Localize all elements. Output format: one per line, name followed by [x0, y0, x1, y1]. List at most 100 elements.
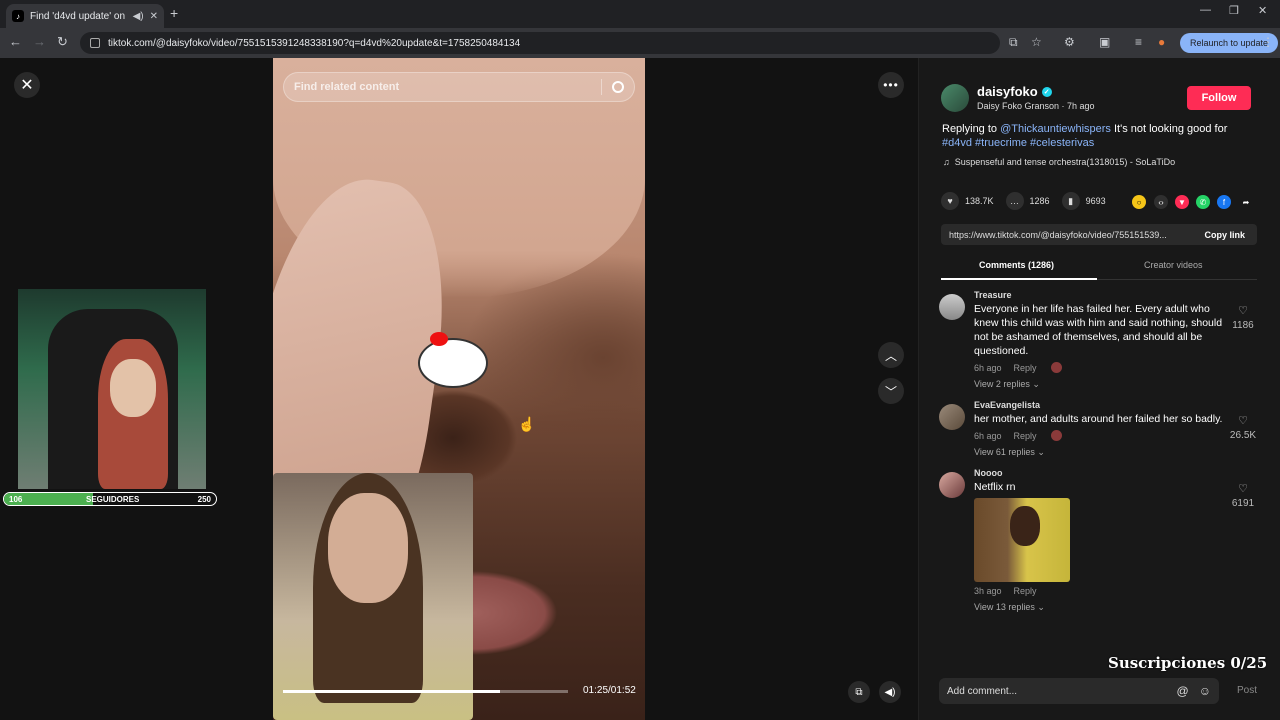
video-progress-bar[interactable]: [283, 690, 568, 693]
omnibox[interactable]: tiktok.com/@daisyfoko/video/755151539124…: [80, 32, 1000, 54]
comment-item: EvaEvangelista her mother, and adults ar…: [939, 400, 1261, 458]
search-input[interactable]: Find related content: [294, 81, 601, 93]
share-url[interactable]: https://www.tiktok.com/@daisyfoko/video/…: [949, 230, 1192, 240]
comment-text: her mother, and adults around her failed…: [974, 413, 1223, 425]
view-replies-button[interactable]: View 2 replies ⌄: [974, 379, 1261, 390]
copy-link-button[interactable]: Copy link: [1192, 230, 1257, 240]
heart-outline-icon: ♡: [1238, 483, 1248, 495]
side-panel-icon[interactable]: ▣: [1099, 35, 1110, 49]
facebook-icon[interactable]: f: [1217, 195, 1231, 209]
comment-item: Treasure Everyone in her life has failed…: [939, 290, 1261, 390]
volume-button[interactable]: ◀): [879, 681, 901, 703]
embed-icon[interactable]: ‹›: [1154, 195, 1168, 209]
music-link[interactable]: ♫ Suspenseful and tense orchestra(131801…: [943, 157, 1175, 167]
comment-like-button[interactable]: ♡ 6191: [1225, 482, 1261, 509]
bookmark-star-icon[interactable]: ☆: [1031, 35, 1042, 49]
forward-icon[interactable]: →: [33, 34, 46, 49]
new-tab-icon[interactable]: +: [170, 5, 178, 21]
post-comment-button[interactable]: Post: [1237, 685, 1257, 696]
follower-goal-bar: 106 SEGUIDORES 250: [3, 492, 217, 506]
site-info-icon[interactable]: [90, 38, 100, 48]
comment-like-count: 26.5K: [1229, 430, 1257, 441]
follow-button[interactable]: Follow: [1187, 86, 1251, 110]
like-button[interactable]: ♥ 138.7K: [941, 192, 994, 210]
heart-outline-icon: ♡: [1238, 415, 1248, 427]
reply-button[interactable]: Reply: [1014, 363, 1037, 373]
creator-liked-avatar: [1050, 430, 1062, 441]
caption-hashtags[interactable]: #d4vd #truecrime #celesterivas: [942, 137, 1094, 149]
share-link-box: https://www.tiktok.com/@daisyfoko/video/…: [941, 224, 1257, 245]
goal-current: 106: [9, 494, 23, 504]
author-username[interactable]: daisyfoko ✓: [977, 84, 1052, 99]
author-display-name: Daisy Foko Granson · 7h ago: [977, 101, 1095, 111]
url-text[interactable]: tiktok.com/@daisyfoko/video/755151539124…: [108, 38, 520, 49]
verified-icon: ✓: [1041, 86, 1052, 97]
more-options-button[interactable]: •••: [878, 72, 904, 98]
minimize-icon[interactable]: —: [1200, 4, 1211, 16]
comment-like-count: 6191: [1231, 498, 1255, 509]
extensions-icon[interactable]: ⚙: [1064, 35, 1075, 49]
whatsapp-icon[interactable]: ✆: [1196, 195, 1210, 209]
install-app-icon[interactable]: ⧉: [1009, 35, 1018, 50]
tab-creator-videos[interactable]: Creator videos: [1144, 260, 1203, 270]
close-video-button[interactable]: ✕: [14, 72, 40, 98]
comment-time: 3h ago: [974, 586, 1002, 596]
next-video-button[interactable]: ﹀: [878, 378, 904, 404]
find-related-search[interactable]: Find related content: [283, 72, 635, 102]
comment-text: Everyone in her life has failed her. Eve…: [974, 303, 1223, 357]
chrome-menu-icon[interactable]: ⋮: [1262, 35, 1274, 49]
comment-button[interactable]: … 1286: [1005, 192, 1050, 210]
audio-icon[interactable]: ◀): [133, 11, 144, 22]
floating-player-button[interactable]: ⧉: [848, 681, 870, 703]
comment-gif-image[interactable]: [974, 498, 1070, 582]
heart-outline-icon: ♡: [1238, 305, 1248, 317]
tab-title: Find 'd4vd update' on TikTo: [30, 10, 127, 22]
window-close-icon[interactable]: ✕: [1258, 4, 1267, 17]
video-progress-fill: [283, 690, 500, 693]
details-panel: daisyfoko ✓ Daisy Foko Granson · 7h ago …: [918, 58, 1280, 720]
share-arrow-icon[interactable]: ➦: [1239, 195, 1253, 209]
comment-like-button[interactable]: ♡ 26.5K: [1225, 414, 1261, 441]
reply-button[interactable]: Reply: [1014, 431, 1037, 441]
commenter-name[interactable]: Noooo: [974, 468, 1261, 478]
comment-list: Treasure Everyone in her life has failed…: [939, 290, 1261, 660]
commenter-avatar[interactable]: [939, 472, 965, 498]
coin-share-icon[interactable]: ○: [1132, 195, 1146, 209]
save-button[interactable]: ▮ 9693: [1061, 192, 1106, 210]
search-icon[interactable]: [612, 81, 624, 93]
send-share-icon[interactable]: ▼: [1175, 195, 1189, 209]
reload-icon[interactable]: ↻: [57, 34, 68, 50]
comment-time: 6h ago: [974, 430, 1002, 441]
media-control-icon[interactable]: ≡: [1135, 35, 1142, 49]
caption-mention-link[interactable]: @Thickauntiewhispers: [1000, 123, 1111, 135]
back-icon[interactable]: ←: [9, 34, 22, 49]
commenter-avatar[interactable]: [939, 404, 965, 430]
comment-item: Noooo Netflix rn 3h ago Reply View 13 re…: [939, 468, 1261, 613]
chevron-down-icon: ﹀: [884, 384, 897, 399]
view-replies-button[interactable]: View 61 replies ⌄: [974, 447, 1261, 458]
reply-button[interactable]: Reply: [1014, 586, 1037, 596]
commenter-avatar[interactable]: [939, 294, 965, 320]
tab-comments[interactable]: Comments (1286): [979, 260, 1054, 270]
commenter-name[interactable]: EvaEvangelista: [974, 400, 1261, 410]
bookmark-icon: ▮: [1061, 192, 1080, 210]
view-replies-button[interactable]: View 13 replies ⌄: [974, 602, 1261, 613]
commenter-name[interactable]: Treasure: [974, 290, 1261, 300]
pip-icon: ⧉: [855, 686, 863, 698]
comment-input[interactable]: Add comment...: [947, 686, 1167, 697]
tab-close-icon[interactable]: ✕: [150, 11, 158, 22]
maximize-icon[interactable]: ❐: [1229, 4, 1239, 17]
previous-video-button[interactable]: ︿: [878, 342, 904, 368]
profile-avatar-icon[interactable]: ●: [1158, 35, 1165, 49]
add-comment-field[interactable]: Add comment... @ ☺: [939, 678, 1219, 704]
mention-icon[interactable]: @: [1177, 684, 1189, 698]
author-avatar[interactable]: [941, 84, 969, 112]
emoji-icon[interactable]: ☺: [1199, 684, 1211, 698]
video-player[interactable]: Find related content 01:25/01:52: [273, 58, 645, 720]
goal-label: SEGUIDORES: [86, 494, 140, 504]
comment-like-button[interactable]: ♡ 1186: [1225, 304, 1261, 331]
hand-cursor-icon: ☝: [518, 416, 536, 432]
hello-kitty-sticker: [418, 332, 488, 388]
browser-tab[interactable]: ♪ Find 'd4vd update' on TikTo ◀) ✕: [6, 4, 164, 28]
video-caption: Replying to @Thickauntiewhispers It's no…: [942, 123, 1228, 149]
